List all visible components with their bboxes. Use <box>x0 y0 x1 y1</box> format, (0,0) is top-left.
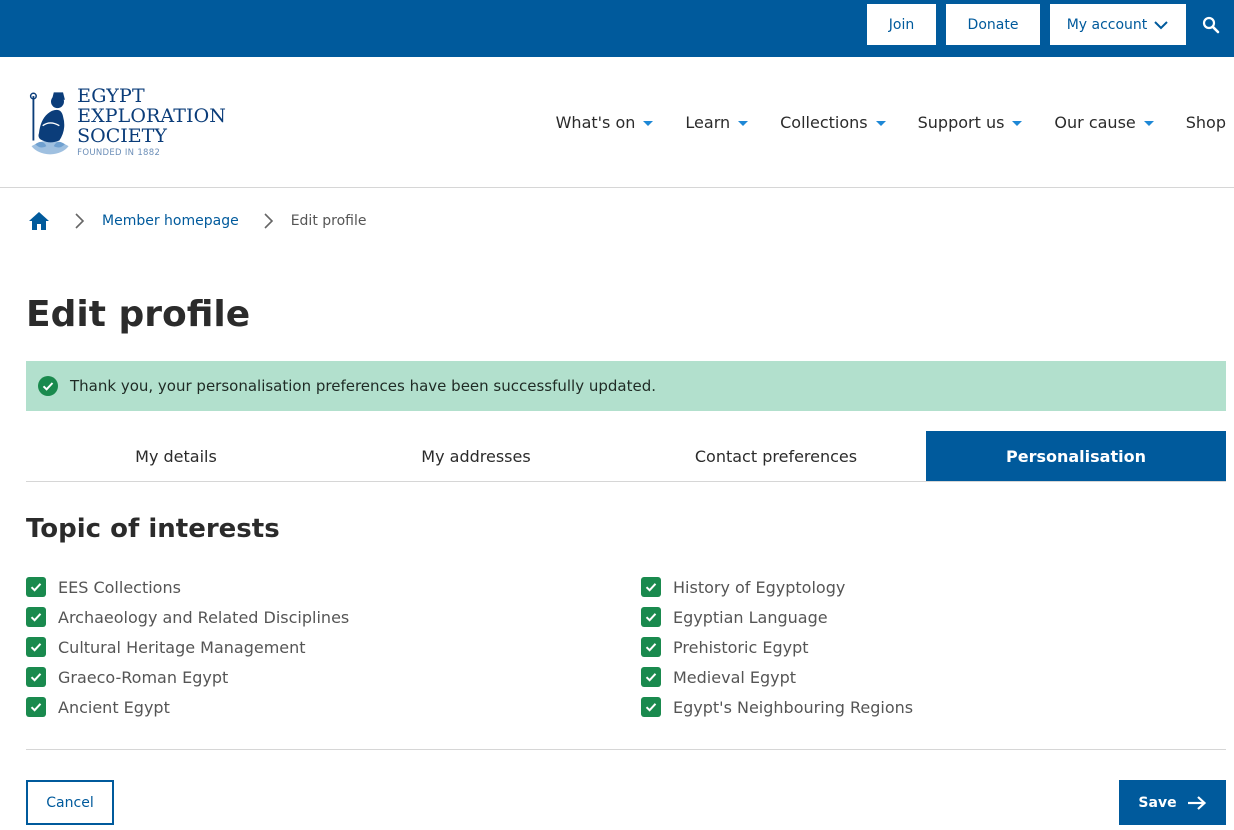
checkbox-label: EES Collections <box>58 577 181 597</box>
checkbox-label: Prehistoric Egypt <box>673 637 809 657</box>
checkbox-checked-icon[interactable] <box>26 697 46 717</box>
checkbox-checked-icon[interactable] <box>641 637 661 657</box>
tab-personalisation[interactable]: Personalisation <box>926 431 1226 481</box>
logo-line-3: SOCIETY <box>77 125 167 147</box>
checkbox-label: Archaeology and Related Disciplines <box>58 607 350 627</box>
interests-right-column: History of Egyptology Egyptian Language … <box>641 572 913 722</box>
logo-wordmark: EGYPT EXPLORATION SOCIETY FOUNDED IN 188… <box>77 86 226 160</box>
checkbox-cultural-heritage[interactable]: Cultural Heritage Management <box>26 632 349 662</box>
cancel-button[interactable]: Cancel <box>26 780 114 825</box>
join-button[interactable]: Join <box>867 4 936 45</box>
tab-my-addresses[interactable]: My addresses <box>326 431 626 481</box>
checkbox-neighbouring-regions[interactable]: Egypt's Neighbouring Regions <box>641 692 913 722</box>
nav-item-whats-on[interactable]: What's on <box>556 113 654 132</box>
checkbox-medieval-egypt[interactable]: Medieval Egypt <box>641 662 913 692</box>
nav-item-label: Our cause <box>1054 112 1136 132</box>
nav-item-label: Support us <box>917 112 1005 132</box>
checkbox-checked-icon[interactable] <box>26 667 46 687</box>
checkbox-label: History of Egyptology <box>673 577 846 597</box>
save-button[interactable]: Save <box>1119 780 1226 825</box>
checkbox-ees-collections[interactable]: EES Collections <box>26 572 349 602</box>
my-account-button[interactable]: My account <box>1050 4 1186 45</box>
chevron-right-icon <box>75 213 85 229</box>
divider <box>26 749 1226 750</box>
donate-button[interactable]: Donate <box>946 4 1040 45</box>
checkbox-label: Medieval Egypt <box>673 667 797 687</box>
check-circle-icon <box>38 376 58 396</box>
logo-emblem-icon <box>29 92 69 155</box>
checkbox-checked-icon[interactable] <box>26 607 46 627</box>
checkbox-checked-icon[interactable] <box>26 637 46 657</box>
alert-message: Thank you, your personalisation preferen… <box>70 377 657 395</box>
caret-down-icon <box>1143 120 1154 126</box>
caret-down-icon <box>738 120 749 126</box>
main-nav: What's on Learn Collections Support us O… <box>524 109 1226 135</box>
search-button[interactable] <box>1194 8 1228 42</box>
nav-item-label: What's on <box>555 112 636 132</box>
checkbox-graeco-roman[interactable]: Graeco-Roman Egypt <box>26 662 349 692</box>
nav-item-label: Shop <box>1185 112 1226 132</box>
chevron-down-icon <box>1154 20 1169 29</box>
my-account-label: My account <box>1066 16 1148 33</box>
logo-line-2: EXPLORATION <box>77 105 226 127</box>
save-label: Save <box>1138 794 1177 811</box>
caret-down-icon <box>643 120 654 126</box>
checkbox-label: Egyptian Language <box>673 607 828 627</box>
checkbox-archaeology[interactable]: Archaeology and Related Disciplines <box>26 602 349 632</box>
checkbox-prehistoric-egypt[interactable]: Prehistoric Egypt <box>641 632 913 662</box>
checkbox-checked-icon[interactable] <box>641 607 661 627</box>
arrow-right-icon <box>1187 795 1206 810</box>
nav-item-shop[interactable]: Shop <box>1186 113 1226 132</box>
site-logo[interactable]: EGYPT EXPLORATION SOCIETY FOUNDED IN 188… <box>26 86 226 160</box>
checkbox-checked-icon[interactable] <box>641 667 661 687</box>
utility-bar: Join Donate My account <box>0 0 1234 57</box>
logo-founded: FOUNDED IN 1882 <box>77 148 161 158</box>
caret-down-icon <box>875 120 886 126</box>
tab-my-details[interactable]: My details <box>26 431 326 481</box>
site-header: EGYPT EXPLORATION SOCIETY FOUNDED IN 188… <box>0 57 1234 188</box>
nav-item-label: Collections <box>780 112 868 132</box>
breadcrumb: Member homepage Edit profile <box>28 209 367 233</box>
checkbox-egyptian-language[interactable]: Egyptian Language <box>641 602 913 632</box>
checkbox-label: Cultural Heritage Management <box>58 637 306 657</box>
checkbox-checked-icon[interactable] <box>26 577 46 597</box>
page-title: Edit profile <box>26 294 251 335</box>
profile-tabs: My details My addresses Contact preferen… <box>26 431 1226 482</box>
caret-down-icon <box>1012 120 1023 126</box>
home-icon[interactable] <box>28 210 50 232</box>
nav-item-our-cause[interactable]: Our cause <box>1054 112 1154 132</box>
nav-item-support-us[interactable]: Support us <box>918 113 1023 132</box>
checkbox-history-egyptology[interactable]: History of Egyptology <box>641 572 913 602</box>
tab-contact-preferences[interactable]: Contact preferences <box>626 431 926 481</box>
checkbox-checked-icon[interactable] <box>641 577 661 597</box>
nav-item-collections[interactable]: Collections <box>780 112 886 132</box>
checkbox-label: Egypt's Neighbouring Regions <box>673 697 914 717</box>
breadcrumb-current: Edit profile <box>290 213 367 229</box>
checkbox-label: Ancient Egypt <box>58 697 170 717</box>
success-alert: Thank you, your personalisation preferen… <box>26 361 1226 411</box>
logo-line-1: EGYPT <box>77 85 145 107</box>
checkbox-ancient-egypt[interactable]: Ancient Egypt <box>26 692 349 722</box>
search-icon <box>1202 16 1220 34</box>
checkbox-checked-icon[interactable] <box>641 697 661 717</box>
breadcrumb-member-homepage[interactable]: Member homepage <box>102 213 239 229</box>
checkbox-label: Graeco-Roman Egypt <box>58 667 229 687</box>
interests-left-column: EES Collections Archaeology and Related … <box>26 572 349 722</box>
section-title: Topic of interests <box>26 514 280 544</box>
chevron-right-icon <box>264 213 273 229</box>
nav-item-label: Learn <box>685 112 731 132</box>
nav-item-learn[interactable]: Learn <box>685 112 749 132</box>
